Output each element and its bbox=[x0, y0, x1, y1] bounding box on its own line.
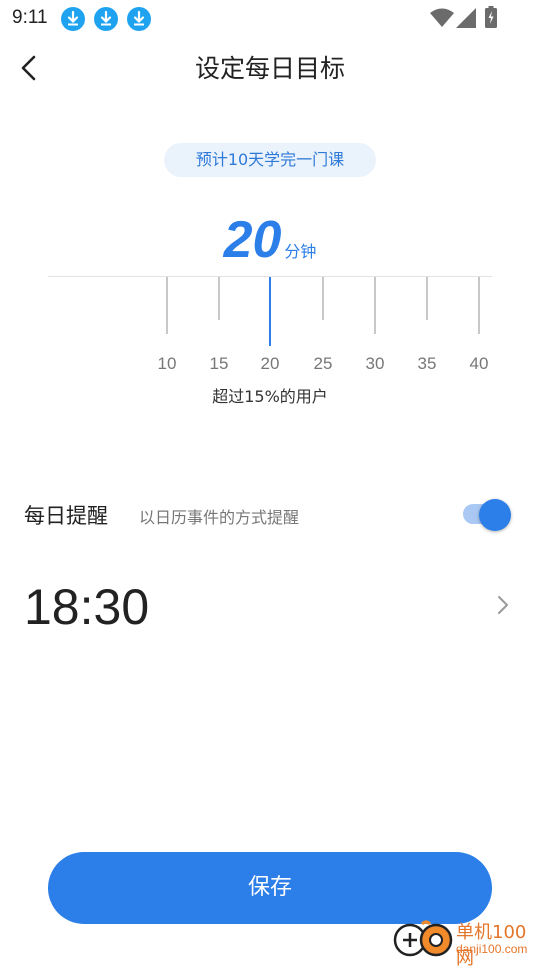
toggle-knob[interactable] bbox=[479, 499, 511, 531]
ruler-tick bbox=[322, 277, 324, 320]
watermark-url: danji100.com bbox=[456, 942, 528, 956]
ruler-tick-label: 30 bbox=[365, 354, 385, 373]
ruler-tick-label: 25 bbox=[313, 354, 333, 373]
ruler-tick bbox=[166, 277, 168, 334]
ruler-tick-label: 40 bbox=[469, 354, 489, 373]
ruler-tick-label: 20 bbox=[260, 354, 280, 373]
goal-value-display: 20 分钟 bbox=[0, 210, 540, 270]
download-icon bbox=[127, 7, 151, 31]
save-button[interactable]: 保存 bbox=[48, 852, 492, 924]
watermark: 单机100网 danji100.com bbox=[390, 918, 540, 969]
status-time: 9:11 bbox=[12, 7, 48, 28]
goal-value: 20 bbox=[223, 211, 282, 269]
chevron-right-icon[interactable] bbox=[496, 594, 510, 616]
wifi-icon bbox=[430, 8, 454, 27]
estimate-badge: 预计10天学完一门课 bbox=[164, 143, 376, 177]
ruler-tick bbox=[218, 277, 220, 320]
reminder-title: 每日提醒 bbox=[24, 504, 108, 528]
watermark-logo-icon bbox=[393, 920, 453, 957]
page-title: 设定每日目标 bbox=[194, 54, 345, 83]
ruler-tick bbox=[374, 277, 376, 334]
ruler-tick bbox=[426, 277, 428, 320]
ruler-tick-label: 35 bbox=[417, 354, 437, 373]
status-bar: 9:11 bbox=[0, 0, 540, 36]
battery-icon bbox=[485, 6, 497, 28]
goal-unit: 分钟 bbox=[284, 242, 317, 261]
reminder-subtitle: 以日历事件的方式提醒 bbox=[139, 508, 300, 527]
download-icon bbox=[94, 7, 118, 31]
ruler-tick-label: 15 bbox=[209, 354, 229, 373]
ruler-caption: 超过15%的用户 bbox=[212, 387, 328, 406]
ruler-tick-label: 10 bbox=[157, 354, 177, 373]
download-icon bbox=[61, 7, 85, 31]
ruler-tick bbox=[478, 277, 480, 334]
signal-icon bbox=[456, 8, 476, 28]
reminder-time[interactable]: 18:30 bbox=[24, 578, 149, 636]
ruler-selected-indicator bbox=[269, 277, 271, 346]
